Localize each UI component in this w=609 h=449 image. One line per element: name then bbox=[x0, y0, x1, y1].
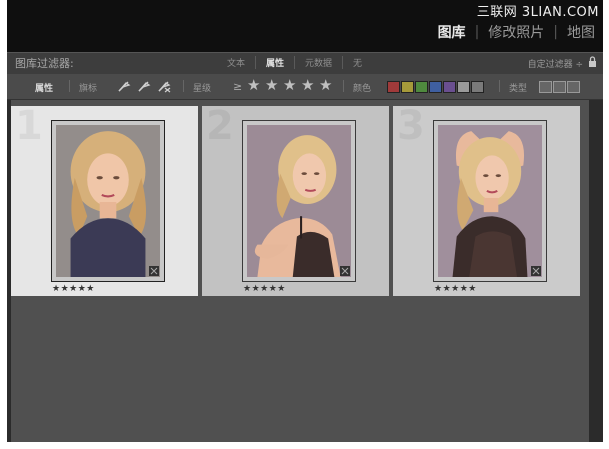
tab-text[interactable]: 文本 bbox=[217, 56, 257, 69]
divider bbox=[343, 80, 344, 92]
color-label: 颜色 bbox=[353, 84, 372, 94]
cell-index-number: 1 bbox=[15, 103, 43, 149]
attribute-label: 属性 bbox=[35, 84, 54, 94]
rating-star-2[interactable]: ★ bbox=[265, 78, 278, 93]
module-picker: 图库 | 修改照片 | 地图 bbox=[438, 22, 595, 42]
color-swatch-yellow[interactable] bbox=[401, 81, 414, 93]
library-filter-label: 图库过滤器: bbox=[15, 57, 74, 70]
module-separator: | bbox=[553, 24, 558, 40]
rating-star-1[interactable]: ★ bbox=[247, 78, 260, 93]
color-swatch-purple[interactable] bbox=[443, 81, 456, 93]
flag-label: 旗标 bbox=[79, 84, 98, 94]
module-picker-bar: 三联网 3LIAN.COM 图库 | 修改照片 | 地图 bbox=[7, 0, 603, 52]
photo-rating[interactable]: ★★★★★ bbox=[52, 284, 95, 294]
tab-attribute[interactable]: 属性 bbox=[256, 56, 296, 69]
divider bbox=[69, 80, 70, 92]
kind-master-icon[interactable] bbox=[539, 81, 552, 93]
module-develop[interactable]: 修改照片 bbox=[488, 22, 544, 42]
color-swatch-blue[interactable] bbox=[429, 81, 442, 93]
photo-thumbnail[interactable] bbox=[51, 120, 165, 282]
portrait-photo bbox=[247, 125, 351, 277]
cell-index-number: 3 bbox=[397, 103, 425, 149]
cell-index-number: 2 bbox=[206, 103, 234, 149]
tab-none[interactable]: 无 bbox=[343, 56, 372, 69]
vertical-scrollbar[interactable] bbox=[589, 100, 603, 442]
edited-badge-icon bbox=[531, 266, 541, 276]
portrait-photo bbox=[438, 125, 542, 277]
grid-cell[interactable]: 2 ★★★★★ bbox=[202, 106, 389, 296]
edited-badge-icon bbox=[340, 266, 350, 276]
attribute-filter-bar: 属性 旗标 星级 ≥ ★ ★ ★ ★ ★ 颜色 类型 bbox=[7, 74, 603, 100]
rating-label: 星级 bbox=[193, 84, 212, 94]
photo-rating[interactable]: ★★★★★ bbox=[434, 284, 477, 294]
watermark: 三联网 3LIAN.COM bbox=[476, 5, 599, 20]
divider bbox=[499, 80, 500, 92]
rating-star-4[interactable]: ★ bbox=[301, 78, 314, 93]
grid-cell[interactable]: 1 ★★★★★ bbox=[11, 106, 198, 296]
kind-label: 类型 bbox=[509, 84, 528, 94]
module-library[interactable]: 图库 bbox=[438, 22, 466, 42]
photo-thumbnail[interactable] bbox=[242, 120, 356, 282]
lightroom-window: 三联网 3LIAN.COM 图库 | 修改照片 | 地图 图库过滤器: 文本 属… bbox=[7, 0, 603, 442]
color-swatch-none[interactable] bbox=[471, 81, 484, 93]
kind-video-icon[interactable] bbox=[567, 81, 580, 93]
thumbnail-grid: 1 ★★★★★ 2 ★★★★★ 3 ★★★★★ bbox=[7, 100, 603, 442]
unflagged-flag-icon[interactable] bbox=[137, 79, 151, 93]
lock-icon[interactable] bbox=[588, 56, 597, 68]
module-separator: | bbox=[474, 24, 480, 40]
flagged-flag-icon[interactable] bbox=[117, 79, 131, 93]
kind-virtual-copy-icon[interactable] bbox=[553, 81, 566, 93]
rating-star-3[interactable]: ★ bbox=[283, 78, 296, 93]
photo-thumbnail[interactable] bbox=[433, 120, 547, 282]
left-panel-edge bbox=[7, 100, 11, 442]
rating-star-5[interactable]: ★ bbox=[319, 78, 332, 93]
module-map[interactable]: 地图 bbox=[567, 22, 595, 42]
tab-metadata[interactable]: 元数据 bbox=[295, 56, 344, 69]
color-swatch-custom[interactable] bbox=[457, 81, 470, 93]
portrait-photo bbox=[56, 125, 160, 277]
color-swatch-red[interactable] bbox=[387, 81, 400, 93]
filter-tabs: 文本 属性 元数据 无 bbox=[217, 56, 372, 69]
edited-badge-icon bbox=[149, 266, 159, 276]
rating-operator[interactable]: ≥ bbox=[233, 80, 242, 93]
divider bbox=[183, 80, 184, 92]
filter-preset-dropdown[interactable]: 自定过滤器 ÷ bbox=[528, 57, 583, 70]
library-filter-bar: 图库过滤器: 文本 属性 元数据 无 自定过滤器 ÷ bbox=[7, 52, 603, 75]
color-swatch-green[interactable] bbox=[415, 81, 428, 93]
rejected-flag-icon[interactable] bbox=[157, 79, 171, 93]
grid-cell[interactable]: 3 ★★★★★ bbox=[393, 106, 580, 296]
photo-rating[interactable]: ★★★★★ bbox=[243, 284, 286, 294]
